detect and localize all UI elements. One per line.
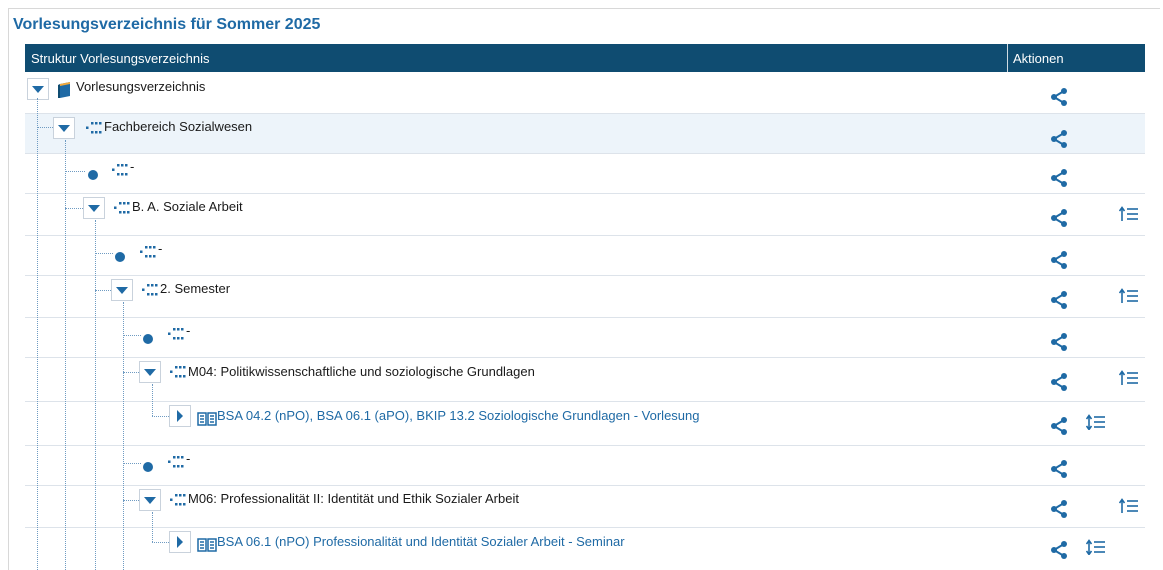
tree-connector: [152, 542, 169, 543]
structure-icon: [170, 494, 186, 506]
leaf-dot-icon: [143, 334, 153, 344]
sort-icon[interactable]: [1086, 539, 1106, 555]
structure-icon: [168, 328, 184, 340]
chevron-down-icon: [144, 368, 156, 376]
share-icon[interactable]: [1050, 333, 1068, 351]
sort-icon[interactable]: [1086, 414, 1106, 430]
column-header-actions: Aktionen: [1013, 51, 1064, 66]
chevron-down-icon: [32, 85, 44, 93]
row-label: -: [130, 159, 135, 174]
course-link[interactable]: BSA 04.2 (nPO), BSA 06.1 (aPO), BKIP 13.…: [217, 408, 700, 423]
structure-icon: [86, 122, 102, 134]
sort-icon[interactable]: [1119, 370, 1139, 386]
structure-icon: [142, 284, 158, 296]
tree-row-module: M06: Professionalität II: Identität und …: [25, 486, 1145, 528]
tree-row-module: M04: Politikwissenschaftliche und soziol…: [25, 358, 1145, 402]
tree-connector: [123, 335, 141, 336]
page-title: Vorlesungsverzeichnis für Sommer 2025: [13, 16, 321, 33]
expand-toggle[interactable]: [169, 531, 191, 553]
row-label: 2. Semester: [160, 281, 231, 296]
chevron-down-icon: [88, 204, 100, 212]
tree-connector: [152, 416, 169, 417]
sort-icon[interactable]: [1119, 498, 1139, 514]
row-label: B. A. Soziale Arbeit: [132, 199, 243, 214]
structure-icon: [114, 202, 130, 214]
share-icon[interactable]: [1050, 500, 1068, 518]
tree-connector: [123, 500, 139, 501]
collapse-toggle[interactable]: [111, 279, 133, 301]
collapse-toggle[interactable]: [27, 78, 49, 100]
tree-connector: [95, 290, 111, 291]
share-icon[interactable]: [1050, 169, 1068, 187]
share-icon[interactable]: [1050, 460, 1068, 478]
tree-row-course: BSA 06.1 (nPO) Professionalität und Iden…: [25, 528, 1145, 570]
structure-icon: [170, 366, 186, 378]
row-label: -: [186, 451, 191, 466]
tree-row-root: Vorlesungsverzeichnis: [25, 72, 1145, 114]
structure-icon: [140, 246, 156, 258]
row-label: -: [158, 241, 163, 256]
tree-connector: [65, 171, 85, 172]
row-label: -: [186, 323, 191, 338]
share-icon[interactable]: [1050, 251, 1068, 269]
course-link[interactable]: BSA 06.1 (nPO) Professionalität und Iden…: [217, 534, 625, 549]
tree-row-leaf: -: [25, 446, 1145, 486]
expand-toggle[interactable]: [169, 405, 191, 427]
tree-connector: [95, 253, 113, 254]
tree-connector: [123, 302, 124, 570]
chevron-down-icon: [116, 286, 128, 294]
collapse-toggle[interactable]: [139, 361, 161, 383]
tree-row-leaf: -: [25, 236, 1145, 276]
book-icon: [197, 538, 217, 552]
share-icon[interactable]: [1050, 130, 1068, 148]
leaf-dot-icon: [143, 462, 153, 472]
collapse-toggle[interactable]: [139, 489, 161, 511]
row-label: Vorlesungsverzeichnis: [76, 79, 206, 94]
tree-connector: [65, 140, 66, 570]
tree-connector: [37, 98, 38, 570]
row-label: M04: Politikwissenschaftliche und soziol…: [188, 364, 535, 379]
sort-icon[interactable]: [1119, 288, 1139, 304]
share-icon[interactable]: [1050, 373, 1068, 391]
book-icon: [58, 82, 70, 98]
tree-connector: [123, 372, 139, 373]
tree-connector: [65, 208, 83, 209]
share-icon[interactable]: [1050, 88, 1068, 106]
share-icon[interactable]: [1050, 291, 1068, 309]
share-icon[interactable]: [1050, 417, 1068, 435]
chevron-down-icon: [144, 496, 156, 504]
table-header: Struktur Vorlesungsverzeichnis Aktionen: [25, 44, 1145, 72]
collapse-toggle[interactable]: [83, 197, 105, 219]
tree-connector: [152, 512, 153, 542]
tree-row-leaf: -: [25, 318, 1145, 358]
share-icon[interactable]: [1050, 209, 1068, 227]
row-label: Fachbereich Sozialwesen: [104, 119, 253, 134]
chevron-right-icon: [177, 410, 183, 422]
chevron-down-icon: [58, 124, 70, 132]
tree-row-program: B. A. Soziale Arbeit: [25, 194, 1145, 236]
row-label: M06: Professionalität II: Identität und …: [188, 491, 519, 506]
tree-row-course: BSA 04.2 (nPO), BSA 06.1 (aPO), BKIP 13.…: [25, 402, 1145, 446]
chevron-right-icon: [177, 536, 183, 548]
leaf-dot-icon: [115, 252, 125, 262]
tree-row-faculty: Fachbereich Sozialwesen: [25, 114, 1145, 154]
tree-row-leaf: -: [25, 154, 1145, 194]
collapse-toggle[interactable]: [53, 117, 75, 139]
structure-icon: [168, 456, 184, 468]
leaf-dot-icon: [88, 170, 98, 180]
structure-icon: [112, 164, 128, 176]
tree-connector: [152, 384, 153, 416]
tree-connector: [37, 127, 53, 128]
share-icon[interactable]: [1050, 541, 1068, 559]
book-icon: [197, 412, 217, 426]
tree-connector: [95, 220, 96, 570]
column-divider: [1007, 44, 1008, 72]
tree-row-semester: 2. Semester: [25, 276, 1145, 318]
column-header-structure: Struktur Vorlesungsverzeichnis: [31, 51, 210, 66]
sort-icon[interactable]: [1119, 206, 1139, 222]
tree-connector: [123, 463, 141, 464]
